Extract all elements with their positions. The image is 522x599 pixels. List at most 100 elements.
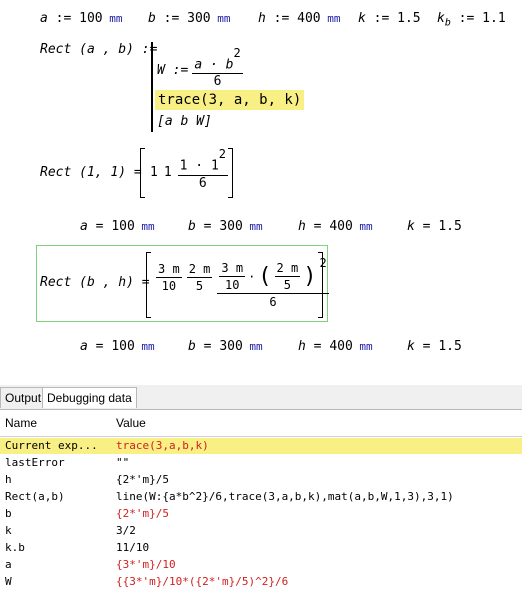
operator: = (195, 339, 220, 354)
rect11-head[interactable]: Rect (1, 1) = (40, 165, 142, 180)
rectbh-frac-1-num: 3 m (158, 262, 180, 276)
rectbh-frac-2-num: 2 m (188, 262, 211, 276)
header-divider (0, 436, 522, 437)
debug-row[interactable]: Rect(a,b) line(W:{a*b^2}/6,trace(3,a,b,k)… (0, 489, 522, 505)
rect-function-head[interactable]: Rect (a , b) := (40, 42, 157, 57)
debug-row-name: k.b (5, 541, 25, 554)
operator: = (305, 339, 330, 354)
definition-a[interactable]: a = 100 mm (80, 219, 155, 234)
definition-k-b[interactable]: kb := 1.1 (437, 11, 506, 29)
rectbh-frac-1-den: 10 (161, 279, 177, 293)
result-vector-line[interactable]: [a b W] (157, 114, 212, 129)
rectbh-frac-2: 2 m 5 (186, 262, 213, 293)
definition-a[interactable]: a = 100 mm (80, 339, 155, 354)
definition-k[interactable]: k = 1.5 (407, 339, 462, 354)
column-header-value[interactable]: Value (116, 410, 146, 436)
var-value: 300 (219, 219, 243, 234)
rectbh-frac-3: 3 m 10 · ( 2 m 5 ) 2 6 (217, 256, 329, 309)
rectbh-result: 3 m 10 2 m 5 3 m 10 · ( 2 m 5 ) 2 6 (156, 256, 329, 314)
rectbh-frac-1: 3 m 10 (156, 262, 182, 293)
rect11-frac-exp: 2 (218, 147, 227, 162)
operator: := (265, 11, 298, 26)
var-value: 100 (111, 339, 135, 354)
debug-row-name: k (5, 524, 12, 537)
debug-row[interactable]: b {2*'m}/5 (0, 506, 522, 522)
rectbh-head[interactable]: Rect (b , h) = (40, 275, 150, 290)
unit-label: mm (352, 340, 373, 353)
var-value: 1.5 (438, 219, 462, 234)
definition-h[interactable]: h = 400 mm (298, 219, 373, 234)
rect11-v1: 1 (150, 164, 158, 180)
debug-row-name: lastError (5, 456, 65, 469)
definition-b[interactable]: b = 300 mm (188, 339, 263, 354)
operator: = (414, 339, 439, 354)
definition-h[interactable]: h := 400 mm (258, 11, 341, 26)
rectbh-frac-3a-den: 10 (224, 278, 240, 292)
panel-tabbar: Output Debugging data (0, 385, 522, 410)
var-name: a (80, 339, 88, 354)
definition-b[interactable]: b = 300 mm (188, 219, 263, 234)
rectbh-frac-3-exp: 2 (319, 255, 327, 270)
definition-h[interactable]: h = 400 mm (298, 339, 373, 354)
rectbh-frac-3b: 2 m 5 (274, 261, 301, 292)
unit-label: mm (242, 340, 263, 353)
debug-row-value: 3/2 (116, 524, 136, 537)
rect11-v2: 1 (163, 164, 172, 180)
w-numerator: a · b (194, 57, 234, 73)
rect11-left-bracket (140, 148, 145, 198)
debug-row[interactable]: W {{3*'m}/10*({2*'m}/5)^2}/6 (0, 574, 522, 590)
debug-row[interactable]: h {2*'m}/5 (0, 472, 522, 488)
unit-label: mm (320, 12, 341, 25)
w-fraction: a · b2 6 (192, 46, 243, 90)
rect11-frac-num: 1 · 1 (179, 158, 219, 174)
var-name: a (80, 219, 88, 234)
rectbh-frac-2-den: 5 (195, 279, 204, 293)
w-exponent: 2 (233, 46, 241, 60)
var-value: 1.5 (397, 11, 421, 26)
column-header-name[interactable]: Name (5, 410, 37, 436)
operator: := (47, 11, 80, 26)
w-denominator: 6 (213, 74, 222, 90)
debug-row-value: {{3*'m}/10*({2*'m}/5)^2}/6 (116, 575, 289, 588)
operator: = (87, 339, 112, 354)
definition-k[interactable]: k := 1.5 (358, 11, 421, 26)
rect11-result: 1 1 1 · 12 6 (150, 147, 229, 194)
debug-row[interactable]: k.b 11/10 (0, 540, 522, 556)
paren-close: ) (303, 263, 317, 289)
var-value: 100 (79, 11, 103, 26)
debug-row[interactable]: lastError "" (0, 455, 522, 471)
w-assignment[interactable]: W := a · b2 6 (157, 46, 243, 90)
operator: = (87, 219, 112, 234)
debug-row[interactable]: k 3/2 (0, 523, 522, 539)
var-value: 1.5 (438, 339, 462, 354)
var-value: 400 (329, 339, 353, 354)
operator: := (155, 11, 188, 26)
w-assign-label: W := (157, 63, 189, 79)
debug-row[interactable]: Current exp... trace(3,a,b,k) (0, 438, 522, 454)
var-name: k (407, 219, 415, 234)
var-name: h (298, 219, 306, 234)
rectbh-frac-3a: 3 m 10 (219, 261, 246, 292)
debug-row-name: W (5, 575, 12, 588)
var-name: k (437, 11, 445, 26)
operator: = (414, 219, 439, 234)
rectbh-left-bracket (146, 252, 151, 318)
var-name: b (148, 11, 156, 26)
definition-b[interactable]: b := 300 mm (148, 11, 231, 26)
debug-row-value: {3*'m}/10 (116, 558, 176, 571)
debug-row-name: Current exp... (5, 439, 98, 452)
paren-open: ( (258, 263, 272, 289)
var-value: 300 (187, 11, 211, 26)
definition-k[interactable]: k = 1.5 (407, 219, 462, 234)
definition-a[interactable]: a := 100 mm (40, 11, 123, 26)
trace-line-highlighted[interactable]: trace(3, a, b, k) (155, 90, 305, 110)
debug-row-value: {2*'m}/5 (116, 507, 169, 520)
var-name: k (407, 339, 415, 354)
program-bar (151, 42, 155, 132)
debug-row-name: Rect(a,b) (5, 490, 65, 503)
tab-debugging-data[interactable]: Debugging data (42, 387, 137, 408)
debug-row[interactable]: a {3*'m}/10 (0, 557, 522, 573)
var-value: 400 (329, 219, 353, 234)
tab-output[interactable]: Output (0, 387, 47, 408)
var-value: 300 (219, 339, 243, 354)
